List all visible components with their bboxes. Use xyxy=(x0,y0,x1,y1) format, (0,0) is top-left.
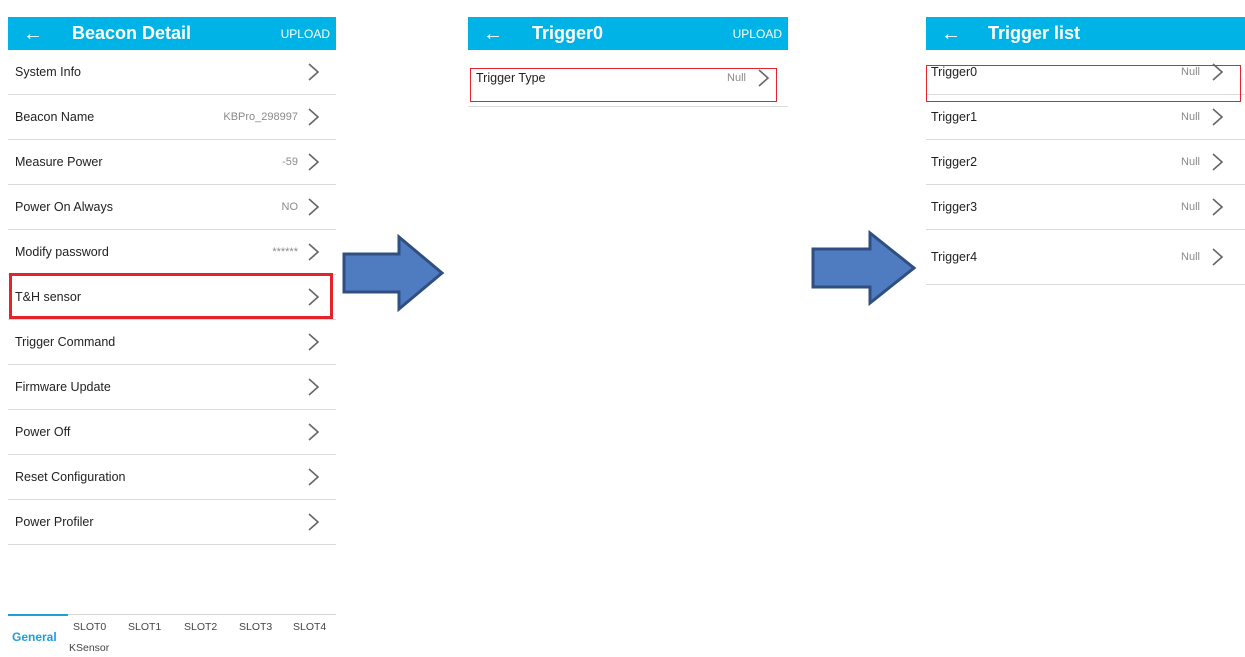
page-title: Trigger0 xyxy=(532,23,604,43)
chevron-right-icon xyxy=(1206,106,1228,128)
row-label: Firmware Update xyxy=(15,380,111,394)
row-label: T&H sensor xyxy=(15,290,81,304)
row-th-sensor[interactable]: T&H sensor xyxy=(8,275,336,320)
row-label: Power On Always xyxy=(15,200,113,214)
back-arrow-icon[interactable]: ← xyxy=(941,17,961,50)
row-system-info[interactable]: System Info xyxy=(8,50,336,95)
row-label: Trigger2 xyxy=(931,155,978,169)
chevron-right-icon xyxy=(1206,61,1228,83)
row-value: Null xyxy=(1181,251,1200,263)
slot-tab-bar: General SLOT0 SLOT1 SLOT2 SLOT3 SLOT4 KS… xyxy=(8,614,336,657)
tab-slot4[interactable]: SLOT4 xyxy=(293,621,326,633)
row-firmware-update[interactable]: Firmware Update xyxy=(8,365,336,410)
row-label: Reset Configuration xyxy=(15,470,126,484)
chevron-right-icon xyxy=(752,67,774,89)
chevron-right-icon xyxy=(302,196,324,218)
chevron-right-icon xyxy=(302,376,324,398)
row-label: System Info xyxy=(15,65,81,79)
app-bar: ← Beacon Detail UPLOAD xyxy=(8,17,336,50)
row-power-on-always[interactable]: Power On Always NO xyxy=(8,185,336,230)
row-measure-power[interactable]: Measure Power -59 xyxy=(8,140,336,185)
row-label: Trigger1 xyxy=(931,110,978,124)
row-label: Power Profiler xyxy=(15,515,94,529)
tab-general[interactable]: General xyxy=(12,630,57,644)
chevron-right-icon xyxy=(1206,246,1228,268)
row-value: Null xyxy=(727,72,746,84)
row-trigger4[interactable]: Trigger4 Null xyxy=(926,230,1245,285)
row-trigger-command[interactable]: Trigger Command xyxy=(8,320,336,365)
row-reset-configuration[interactable]: Reset Configuration xyxy=(8,455,336,500)
tab-slot1[interactable]: SLOT1 xyxy=(128,621,161,633)
row-label: Trigger3 xyxy=(931,200,978,214)
flow-arrow-right-icon xyxy=(342,234,445,312)
tab-ksensor[interactable]: KSensor xyxy=(69,642,109,654)
upload-button[interactable]: UPLOAD xyxy=(281,17,330,50)
trigger0-screen: ← Trigger0 UPLOAD Trigger Type Null xyxy=(468,17,788,137)
row-label: Modify password xyxy=(15,245,109,259)
row-label: Beacon Name xyxy=(15,110,95,124)
row-value: KBPro_298997 xyxy=(223,111,298,123)
flow-arrow-right-icon xyxy=(811,230,917,306)
row-label: Trigger4 xyxy=(931,250,978,264)
beacon-detail-screen: ← Beacon Detail UPLOAD System Info Beaco… xyxy=(8,17,336,657)
row-trigger1[interactable]: Trigger1 Null xyxy=(926,95,1245,140)
row-beacon-name[interactable]: Beacon Name KBPro_298997 xyxy=(8,95,336,140)
chevron-right-icon xyxy=(302,421,324,443)
page-title: Beacon Detail xyxy=(72,23,192,43)
row-value: ****** xyxy=(272,246,298,258)
chevron-right-icon xyxy=(302,331,324,353)
app-bar: ← Trigger list xyxy=(926,17,1245,50)
row-modify-password[interactable]: Modify password ****** xyxy=(8,230,336,275)
chevron-right-icon xyxy=(1206,151,1228,173)
row-value: Null xyxy=(1181,156,1200,168)
row-label: Power Off xyxy=(15,425,71,439)
tab-slot0[interactable]: SLOT0 xyxy=(73,621,106,633)
row-value: Null xyxy=(1181,201,1200,213)
row-power-off[interactable]: Power Off xyxy=(8,410,336,455)
row-label: Trigger0 xyxy=(931,65,978,79)
chevron-right-icon xyxy=(302,106,324,128)
tab-slot2[interactable]: SLOT2 xyxy=(184,621,217,633)
row-trigger0[interactable]: Trigger0 Null xyxy=(926,50,1245,95)
chevron-right-icon xyxy=(302,286,324,308)
row-trigger2[interactable]: Trigger2 Null xyxy=(926,140,1245,185)
row-trigger-type[interactable]: Trigger Type Null xyxy=(468,50,788,107)
active-tab-indicator xyxy=(8,614,68,616)
row-label: Trigger Command xyxy=(15,335,116,349)
app-bar: ← Trigger0 UPLOAD xyxy=(468,17,788,50)
back-arrow-icon[interactable]: ← xyxy=(23,17,43,50)
row-label: Trigger Type xyxy=(476,71,546,85)
back-arrow-icon[interactable]: ← xyxy=(483,17,503,50)
chevron-right-icon xyxy=(302,466,324,488)
tab-slot3[interactable]: SLOT3 xyxy=(239,621,272,633)
row-power-profiler[interactable]: Power Profiler xyxy=(8,500,336,545)
chevron-right-icon xyxy=(302,61,324,83)
chevron-right-icon xyxy=(302,241,324,263)
chevron-right-icon xyxy=(302,511,324,533)
upload-button[interactable]: UPLOAD xyxy=(733,17,782,50)
row-value: -59 xyxy=(282,156,298,168)
page-title: Trigger list xyxy=(988,23,1081,43)
row-value: Null xyxy=(1181,66,1200,78)
chevron-right-icon xyxy=(1206,196,1228,218)
row-label: Measure Power xyxy=(15,155,103,169)
chevron-right-icon xyxy=(302,151,324,173)
row-value: NO xyxy=(281,201,299,213)
row-value: Null xyxy=(1181,111,1200,123)
trigger-list-screen: ← Trigger list Trigger0 Null Trigger1 Nu… xyxy=(926,17,1245,297)
row-trigger3[interactable]: Trigger3 Null xyxy=(926,185,1245,230)
